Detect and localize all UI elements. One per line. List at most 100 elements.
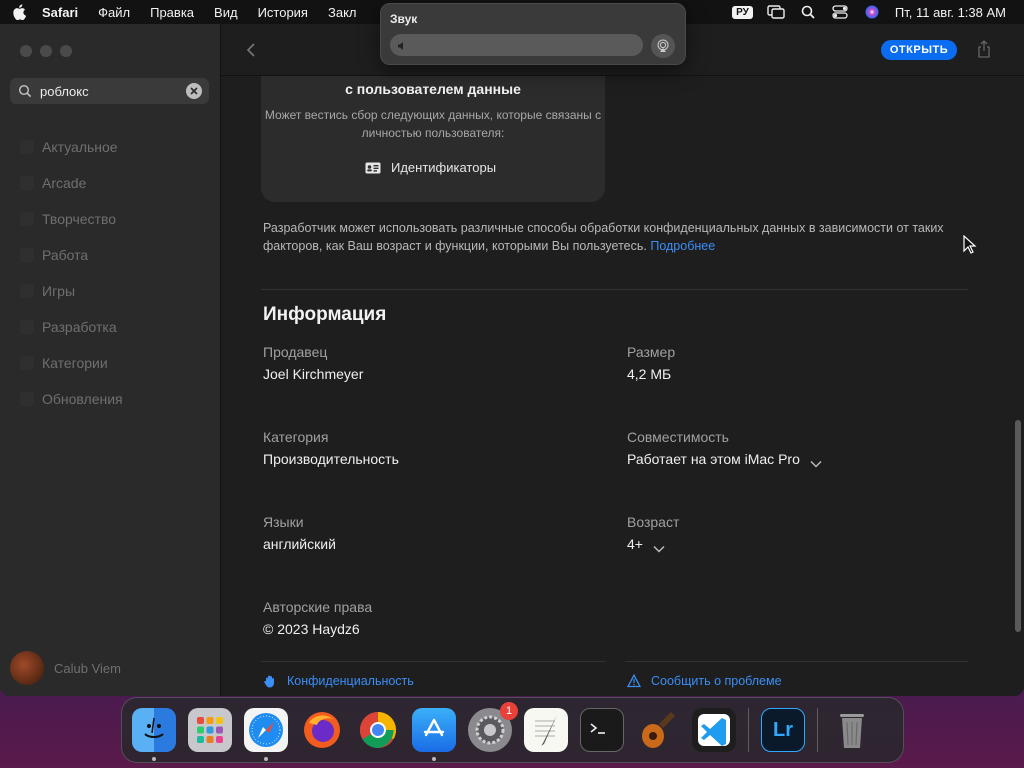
chevron-left-icon (246, 43, 255, 57)
sidebar-item-label: Категории (42, 355, 108, 371)
dock-firefox[interactable] (300, 708, 344, 752)
zoom-window-button[interactable] (60, 45, 72, 57)
info-age-text: 4+ (627, 536, 643, 552)
share-button[interactable] (977, 40, 991, 58)
launchpad-icon (197, 717, 223, 743)
info-age[interactable]: Возраст 4+ (627, 514, 679, 554)
sidebar-item-label: Обновления (42, 391, 123, 407)
menu-view[interactable]: Вид (214, 5, 238, 20)
menu-history[interactable]: История (258, 5, 308, 20)
search-field[interactable] (10, 78, 209, 104)
sidebar-item-categories[interactable]: Категории (0, 345, 221, 381)
screen-mirroring-icon[interactable] (767, 5, 785, 19)
identifiers-row: Идентификаторы (365, 160, 496, 175)
menu-app-name[interactable]: Safari (42, 5, 78, 20)
dock-lightroom[interactable]: Lr (761, 708, 805, 752)
window-controls (20, 45, 72, 57)
airplay-icon (657, 39, 669, 52)
sidebar-item-arcade[interactable]: Arcade (0, 165, 221, 201)
open-app-button[interactable]: ОТКРЫТЬ (881, 40, 957, 60)
finder-icon (144, 717, 164, 738)
minimize-window-button[interactable] (40, 45, 52, 57)
info-copyright-label: Авторские права (263, 599, 373, 615)
info-compatibility-label: Совместимость (627, 429, 729, 445)
sidebar-item-label: Актуальное (42, 139, 118, 155)
airplay-audio-button[interactable] (651, 34, 675, 58)
clear-search-button[interactable] (186, 83, 202, 99)
developer-privacy-text: Разработчик может использовать различные… (263, 221, 944, 253)
avatar (10, 651, 44, 685)
sidebar-item-create[interactable]: Творчество (0, 201, 221, 237)
info-compatibility-text: Работает на этом iMac Pro (627, 451, 800, 467)
user-name: Calub Viem (54, 660, 121, 676)
dock-trash[interactable] (830, 708, 874, 752)
info-size-value: 4,2 МБ (627, 366, 672, 382)
brush-icon (20, 212, 34, 226)
info-category: Категория Производительность (263, 429, 399, 469)
close-window-button[interactable] (20, 45, 32, 57)
menu-file[interactable]: Файл (98, 5, 130, 20)
siri-icon[interactable] (863, 5, 881, 19)
sidebar-item-discover[interactable]: Актуальное (0, 129, 221, 165)
chevron-down-icon[interactable] (653, 540, 665, 553)
sidebar-item-develop[interactable]: Разработка (0, 309, 221, 345)
info-compatibility-value[interactable]: Работает на этом iMac Pro (627, 449, 822, 469)
chevron-down-icon[interactable] (810, 455, 822, 468)
back-button[interactable] (245, 42, 259, 58)
footer-divider (625, 661, 968, 662)
dock-garageband[interactable] (636, 708, 680, 752)
dock-chrome[interactable] (356, 708, 400, 752)
report-problem-label: Сообщить о проблеме (651, 674, 782, 688)
info-languages-label: Языки (263, 514, 304, 530)
control-center-icon[interactable] (831, 5, 849, 19)
search-icon[interactable] (799, 5, 817, 19)
search-icon (18, 84, 32, 98)
menubar-clock[interactable]: Пт, 11 авг. 1:38 AM (895, 5, 1006, 20)
dock-textedit[interactable] (524, 708, 568, 752)
dock-safari[interactable] (244, 708, 288, 761)
info-age-label: Возраст (627, 514, 680, 530)
dock-app-store[interactable] (412, 708, 456, 761)
scrollbar[interactable] (1015, 420, 1021, 632)
dock-system-preferences[interactable]: 1 (468, 702, 518, 752)
apple-menu-icon[interactable] (12, 4, 26, 20)
download-icon (20, 392, 34, 406)
info-seller-label: Продавец (263, 344, 328, 360)
search-input[interactable] (40, 83, 180, 99)
sidebar-item-label: Игры (42, 283, 76, 299)
keyboard-layout-indicator[interactable]: РУ (732, 5, 753, 19)
textedit-icon (535, 715, 557, 746)
notification-badge: 1 (500, 702, 518, 720)
info-compatibility[interactable]: Совместимость Работает на этом iMac Pro (627, 429, 822, 469)
info-age-value[interactable]: 4+ (627, 534, 679, 554)
sidebar-item-label: Творчество (42, 211, 117, 227)
privacy-policy-link[interactable]: Конфиденциальность (263, 674, 414, 688)
dock-finder[interactable] (132, 708, 176, 761)
share-icon (978, 40, 990, 58)
sidebar-item-work[interactable]: Работа (0, 237, 221, 273)
info-seller-value: Joel Kirchmeyer (263, 366, 364, 382)
section-divider (261, 289, 968, 290)
volume-slider[interactable] (390, 34, 643, 56)
dock-terminal[interactable] (580, 708, 624, 752)
app-store-icon (423, 718, 445, 737)
developer-privacy-note: Разработчик может использовать различные… (263, 219, 963, 255)
running-indicator (152, 757, 156, 761)
information-heading: Информация (263, 304, 387, 325)
hand-icon (263, 674, 277, 688)
dock-separator (748, 708, 749, 752)
menu-bookmarks[interactable]: Закл (328, 5, 357, 20)
app-store-window: Актуальное Arcade Творчество Работа Игры… (0, 24, 1024, 696)
dock-launchpad[interactable] (188, 708, 232, 752)
star-icon (20, 140, 34, 154)
paperplane-icon (20, 248, 34, 262)
lightroom-icon: Lr (773, 718, 793, 741)
dock-vscode[interactable] (692, 708, 736, 752)
report-problem-link[interactable]: Сообщить о проблеме (626, 673, 782, 688)
sidebar-item-play[interactable]: Игры (0, 273, 221, 309)
menu-edit[interactable]: Правка (150, 5, 194, 20)
learn-more-link[interactable]: Подробнее (650, 239, 715, 253)
sidebar-item-updates[interactable]: Обновления (0, 381, 221, 417)
rocket-icon (20, 284, 34, 298)
account-button[interactable]: Calub Viem (10, 651, 121, 685)
